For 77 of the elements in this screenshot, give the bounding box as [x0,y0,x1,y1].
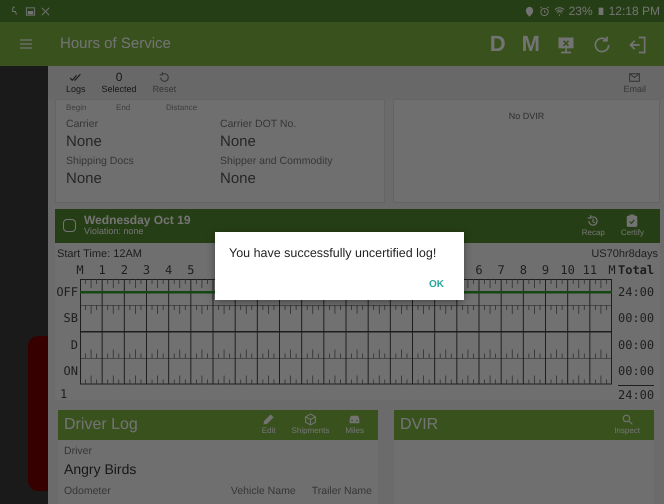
hour-label: M [76,262,84,278]
footer-number: 1 [59,386,68,400]
hour-label: 6 [475,262,483,278]
dialog-message: You have successfully uncertified log! [229,245,438,262]
toolbar-item[interactable]: 0 Selected [94,70,145,96]
edit-button[interactable]: Edit [254,413,284,436]
field-label: Vehicle Name [230,484,296,500]
miles-button[interactable]: Miles [337,413,372,436]
hour-label: 9 [542,262,550,278]
log-date: Wednesday Oct 19 [84,214,190,228]
location-icon [524,6,535,16]
field-label: Trailer Name [312,484,372,500]
recap-button[interactable]: Recap [574,214,613,238]
hour-label: 7 [498,262,505,278]
field-value: None [220,170,257,188]
hour-label: 2 [120,262,128,278]
battery-percent: 23% [568,3,593,20]
field-value: None [220,133,257,152]
field-label: Odometer [64,484,111,500]
logout-icon [628,35,648,56]
duty-status-label: ON [62,363,78,380]
grand-total: 24:00 [618,384,654,400]
duty-status-label: OFF [55,284,78,300]
empty-message: No DVIR [508,110,546,124]
total-header: Total [618,262,654,278]
shipments-button[interactable]: Shipments [284,413,338,436]
hour-label: 8 [520,262,527,278]
field-label: Shipper and Commodity [220,154,334,170]
wifi-icon [554,6,565,16]
field-value: Angry Birds [64,460,138,480]
email-icon [628,70,642,84]
ruleset-label: US70hr8days [591,246,658,260]
search-icon [620,413,634,426]
panel-title: Driver Log [64,414,138,434]
row-total: 00:00 [618,310,654,327]
field-label: Carrier [66,117,100,132]
package-icon [304,413,317,426]
violation-text: Violation: none [84,227,144,238]
field-label: Carrier DOT No. [220,117,298,132]
app-title: Hours of Service [60,34,171,54]
hour-label: 3 [142,262,150,278]
hour-label: 10 [560,262,575,278]
log-checkbox[interactable] [63,219,76,232]
battery-icon [596,5,605,17]
field-value: None [66,133,103,152]
hour-label: 11 [582,262,598,278]
history-icon [586,214,600,228]
alarm-icon [538,6,550,16]
panel-title: DVIR [400,414,438,434]
image-icon [25,6,36,16]
mode-button[interactable]: D [482,33,514,55]
row-total: 00:00 [618,363,654,380]
start-time: Start Time: 12AM [57,246,142,260]
duty-status-label: D [70,336,78,354]
toolbar-item[interactable]: Logs [58,70,94,95]
row-total: 24:00 [618,284,654,300]
inspect-button[interactable]: Inspect [606,413,648,436]
selected-count: 0 [116,70,122,84]
car-icon [348,413,362,426]
pencil-icon [262,413,276,426]
hour-label: 4 [165,262,172,278]
hour-label: 5 [187,262,194,278]
duty-status-label: SB [62,310,78,327]
field-label: Shipping Docs [66,154,135,170]
hour-label: 1 [98,262,106,278]
ok-button[interactable]: OK [423,275,450,294]
certify-button[interactable]: Certify [612,214,652,238]
reset-icon [158,70,171,84]
clipboard-check-icon [625,214,640,228]
hour-label: M [608,262,616,278]
refresh-icon [592,35,612,56]
field-value: None [66,170,103,188]
clock-time: 12:18 PM [608,3,660,20]
row-total: 00:00 [618,336,654,354]
mode-button[interactable]: M [514,33,548,55]
field-label: Driver [64,444,93,458]
monitor-icon [556,35,576,56]
